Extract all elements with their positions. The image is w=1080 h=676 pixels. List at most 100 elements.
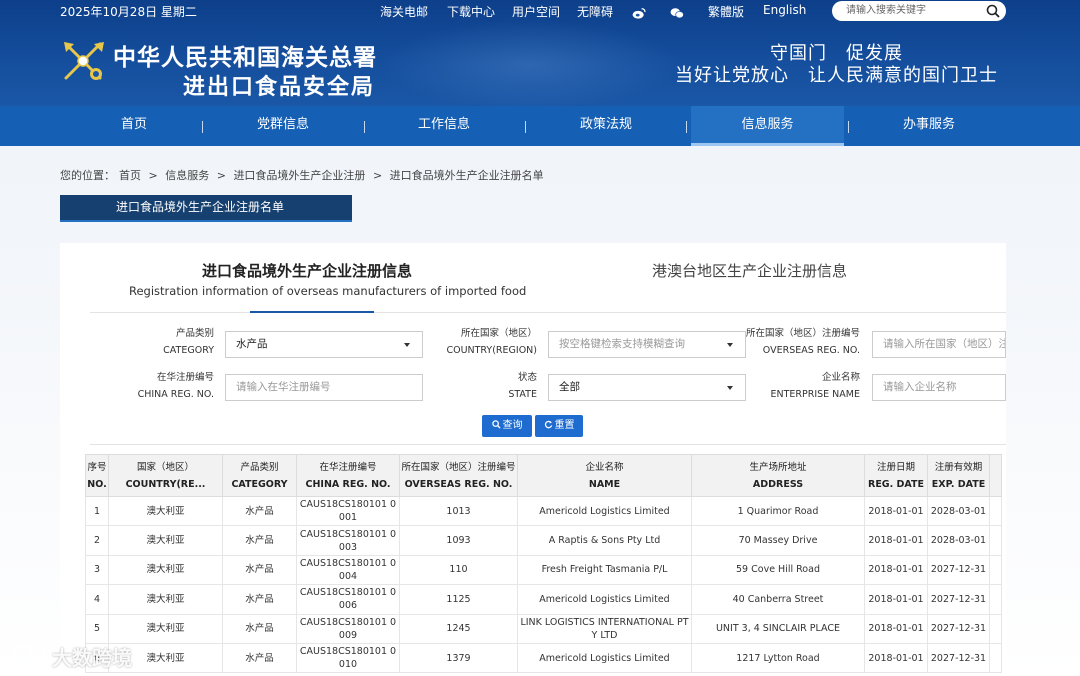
cell-reg-date: 2018-01-01	[864, 495, 928, 527]
cell-overseas-reg: 110	[399, 554, 518, 586]
breadcrumb-prefix: 您的位置：	[60, 169, 115, 182]
weibo-icon[interactable]	[632, 7, 646, 19]
nav-home[interactable]: 首页	[80, 106, 188, 146]
state-label: 状态 STATE	[460, 369, 537, 403]
cell-extra	[989, 554, 1002, 586]
link-accessibility[interactable]: 无障碍	[577, 3, 613, 20]
cell-name: Americold Logistics Limited	[517, 495, 692, 527]
cell-exp-date: 2027-12-31	[927, 613, 990, 644]
enterprise-label-en: ENTERPRISE NAME	[770, 389, 860, 400]
col-address[interactable]: 生产场所地址 ADDRESS	[691, 454, 865, 497]
cell-no: 2	[85, 525, 109, 556]
col-no[interactable]: 序号 NO.	[85, 454, 109, 497]
cell-extra	[989, 613, 1002, 644]
cell-address: 1 Quarimor Road	[691, 495, 865, 527]
cell-china-reg: CAUS18CS180101 0009	[296, 613, 400, 644]
breadcrumb-registration[interactable]: 进口食品境外生产企业注册	[233, 169, 365, 182]
breadcrumb-info-service[interactable]: 信息服务	[165, 169, 209, 182]
col-label-en: EXP. DATE	[931, 478, 986, 490]
refresh-icon	[544, 420, 552, 429]
chevron-down-icon	[727, 343, 733, 347]
section-tab[interactable]: 进口食品境外生产企业注册名单	[60, 195, 352, 222]
registration-table: 序号 NO. 国家（地区） COUNTRY(RE... 产品类别 CATEGORY 在…	[85, 454, 1002, 674]
query-button[interactable]: 查询	[482, 415, 532, 437]
nav-separator	[686, 121, 687, 133]
col-country[interactable]: 国家（地区） COUNTRY(RE...	[108, 454, 223, 497]
col-category[interactable]: 产品类别 CATEGORY	[222, 454, 297, 497]
cell-category: 水产品	[222, 554, 297, 586]
tab-overseas-cn[interactable]: 进口食品境外生产企业注册信息	[202, 260, 412, 281]
china-reg-input[interactable]: 请输入在华注册编号	[225, 374, 423, 401]
chevron-down-icon	[404, 343, 410, 347]
table-row[interactable]: 2 澳大利亚 水产品 CAUS18CS180101 0003 1093 A Raptis …	[85, 525, 1002, 556]
chevron-down-icon	[727, 386, 733, 390]
cell-no: 5	[85, 613, 109, 644]
search-icon[interactable]	[986, 4, 1000, 18]
col-label-cn: 注册日期	[876, 461, 915, 473]
watermark-text: 大数跨境	[52, 646, 132, 670]
cell-overseas-reg: 1379	[399, 642, 518, 674]
table-row[interactable]: 1 澳大利亚 水产品 CAUS18CS180101 0001 1013 Americold…	[85, 495, 1002, 527]
table-row[interactable]: 6 澳大利亚 水产品 CAUS18CS180101 0010 1379 Americold…	[85, 642, 1002, 674]
search-input[interactable]: 请输入搜索关键字	[832, 1, 1006, 21]
table-row[interactable]: 5 澳大利亚 水产品 CAUS18CS180101 0009 1245 LINK LOGI…	[85, 613, 1002, 644]
link-english[interactable]: English	[763, 3, 806, 17]
nav-policy[interactable]: 政策法规	[552, 106, 660, 146]
link-download-center[interactable]: 下载中心	[447, 3, 495, 20]
breadcrumb-separator: >	[372, 169, 383, 182]
cell-address: 59 Cove Hill Road	[691, 554, 865, 586]
state-value: 全部	[559, 381, 580, 393]
nav-affairs[interactable]: 办事服务	[875, 106, 983, 146]
reset-button[interactable]: 重置	[535, 415, 583, 437]
col-label-en: REG. DATE	[868, 478, 924, 490]
cell-reg-date: 2018-01-01	[864, 584, 928, 615]
cell-exp-date: 2027-12-31	[927, 584, 990, 615]
cell-overseas-reg: 1013	[399, 495, 518, 527]
tab-overseas-en[interactable]: Registration information of overseas man…	[129, 284, 526, 298]
col-label-cn: 在华注册编号	[319, 461, 377, 473]
wechat-icon[interactable]	[670, 7, 684, 19]
table-row[interactable]: 4 澳大利亚 水产品 CAUS18CS180101 0006 1125 Americold…	[85, 584, 1002, 615]
country-label: 所在国家（地区） COUNTRY(REGION)	[420, 325, 537, 359]
cell-overseas-reg: 1093	[399, 525, 518, 556]
state-select[interactable]: 全部	[548, 374, 746, 401]
cell-address: 1217 Lytton Road	[691, 642, 865, 674]
tab-divider	[90, 312, 1006, 313]
enterprise-input[interactable]: 请输入企业名称	[872, 374, 1006, 401]
country-select[interactable]: 按空格键检索支持模糊查询	[548, 331, 746, 358]
country-placeholder: 按空格键检索支持模糊查询	[559, 338, 685, 350]
col-label-cn: 注册有效期	[934, 461, 983, 473]
col-label-en: NO.	[87, 478, 107, 490]
col-overseas-reg[interactable]: 所在国家（地区）注册编号 OVERSEAS REG. NO.	[399, 454, 518, 497]
cell-name: Americold Logistics Limited	[517, 642, 692, 674]
table-row[interactable]: 3 澳大利亚 水产品 CAUS18CS180101 0004 110 Fresh Frei…	[85, 554, 1002, 586]
cell-country: 澳大利亚	[108, 613, 223, 644]
col-label-cn: 序号	[87, 461, 107, 473]
china-reg-label: 在华注册编号 CHINA REG. NO.	[120, 369, 214, 403]
cell-exp-date: 2027-12-31	[927, 642, 990, 674]
col-china-reg[interactable]: 在华注册编号 CHINA REG. NO.	[296, 454, 400, 497]
cell-category: 水产品	[222, 613, 297, 644]
category-select[interactable]: 水产品	[225, 331, 423, 358]
nav-party[interactable]: 党群信息	[229, 106, 337, 146]
col-reg-date[interactable]: 注册日期 REG. DATE	[864, 454, 928, 497]
overseas-reg-input[interactable]: 请输入所在国家（地区）注册编号	[872, 331, 1006, 358]
tab-hk-macao-taiwan[interactable]: 港澳台地区生产企业注册信息	[652, 260, 847, 281]
nav-info-service[interactable]: 信息服务	[691, 106, 844, 146]
nav-work[interactable]: 工作信息	[390, 106, 498, 146]
nav-separator	[202, 121, 203, 133]
cell-address: 40 Canberra Street	[691, 584, 865, 615]
link-user-space[interactable]: 用户空间	[512, 3, 560, 20]
col-exp-date[interactable]: 注册有效期 EXP. DATE	[927, 454, 990, 497]
overseas-reg-placeholder: 请输入所在国家（地区）注册编号	[883, 338, 1005, 350]
col-extra	[989, 454, 1002, 497]
category-label: 产品类别 CATEGORY	[120, 325, 214, 359]
link-traditional[interactable]: 繁體版	[708, 3, 744, 20]
breadcrumb-home[interactable]: 首页	[119, 169, 141, 182]
country-label-cn: 所在国家（地区）	[460, 328, 537, 339]
col-label-en: CATEGORY	[231, 478, 288, 490]
breadcrumb-current: 进口食品境外生产企业注册名单	[389, 169, 544, 182]
link-customs-email[interactable]: 海关电邮	[380, 3, 428, 20]
col-name[interactable]: 企业名称 NAME	[517, 454, 692, 497]
watermark-logo-icon	[12, 644, 46, 668]
